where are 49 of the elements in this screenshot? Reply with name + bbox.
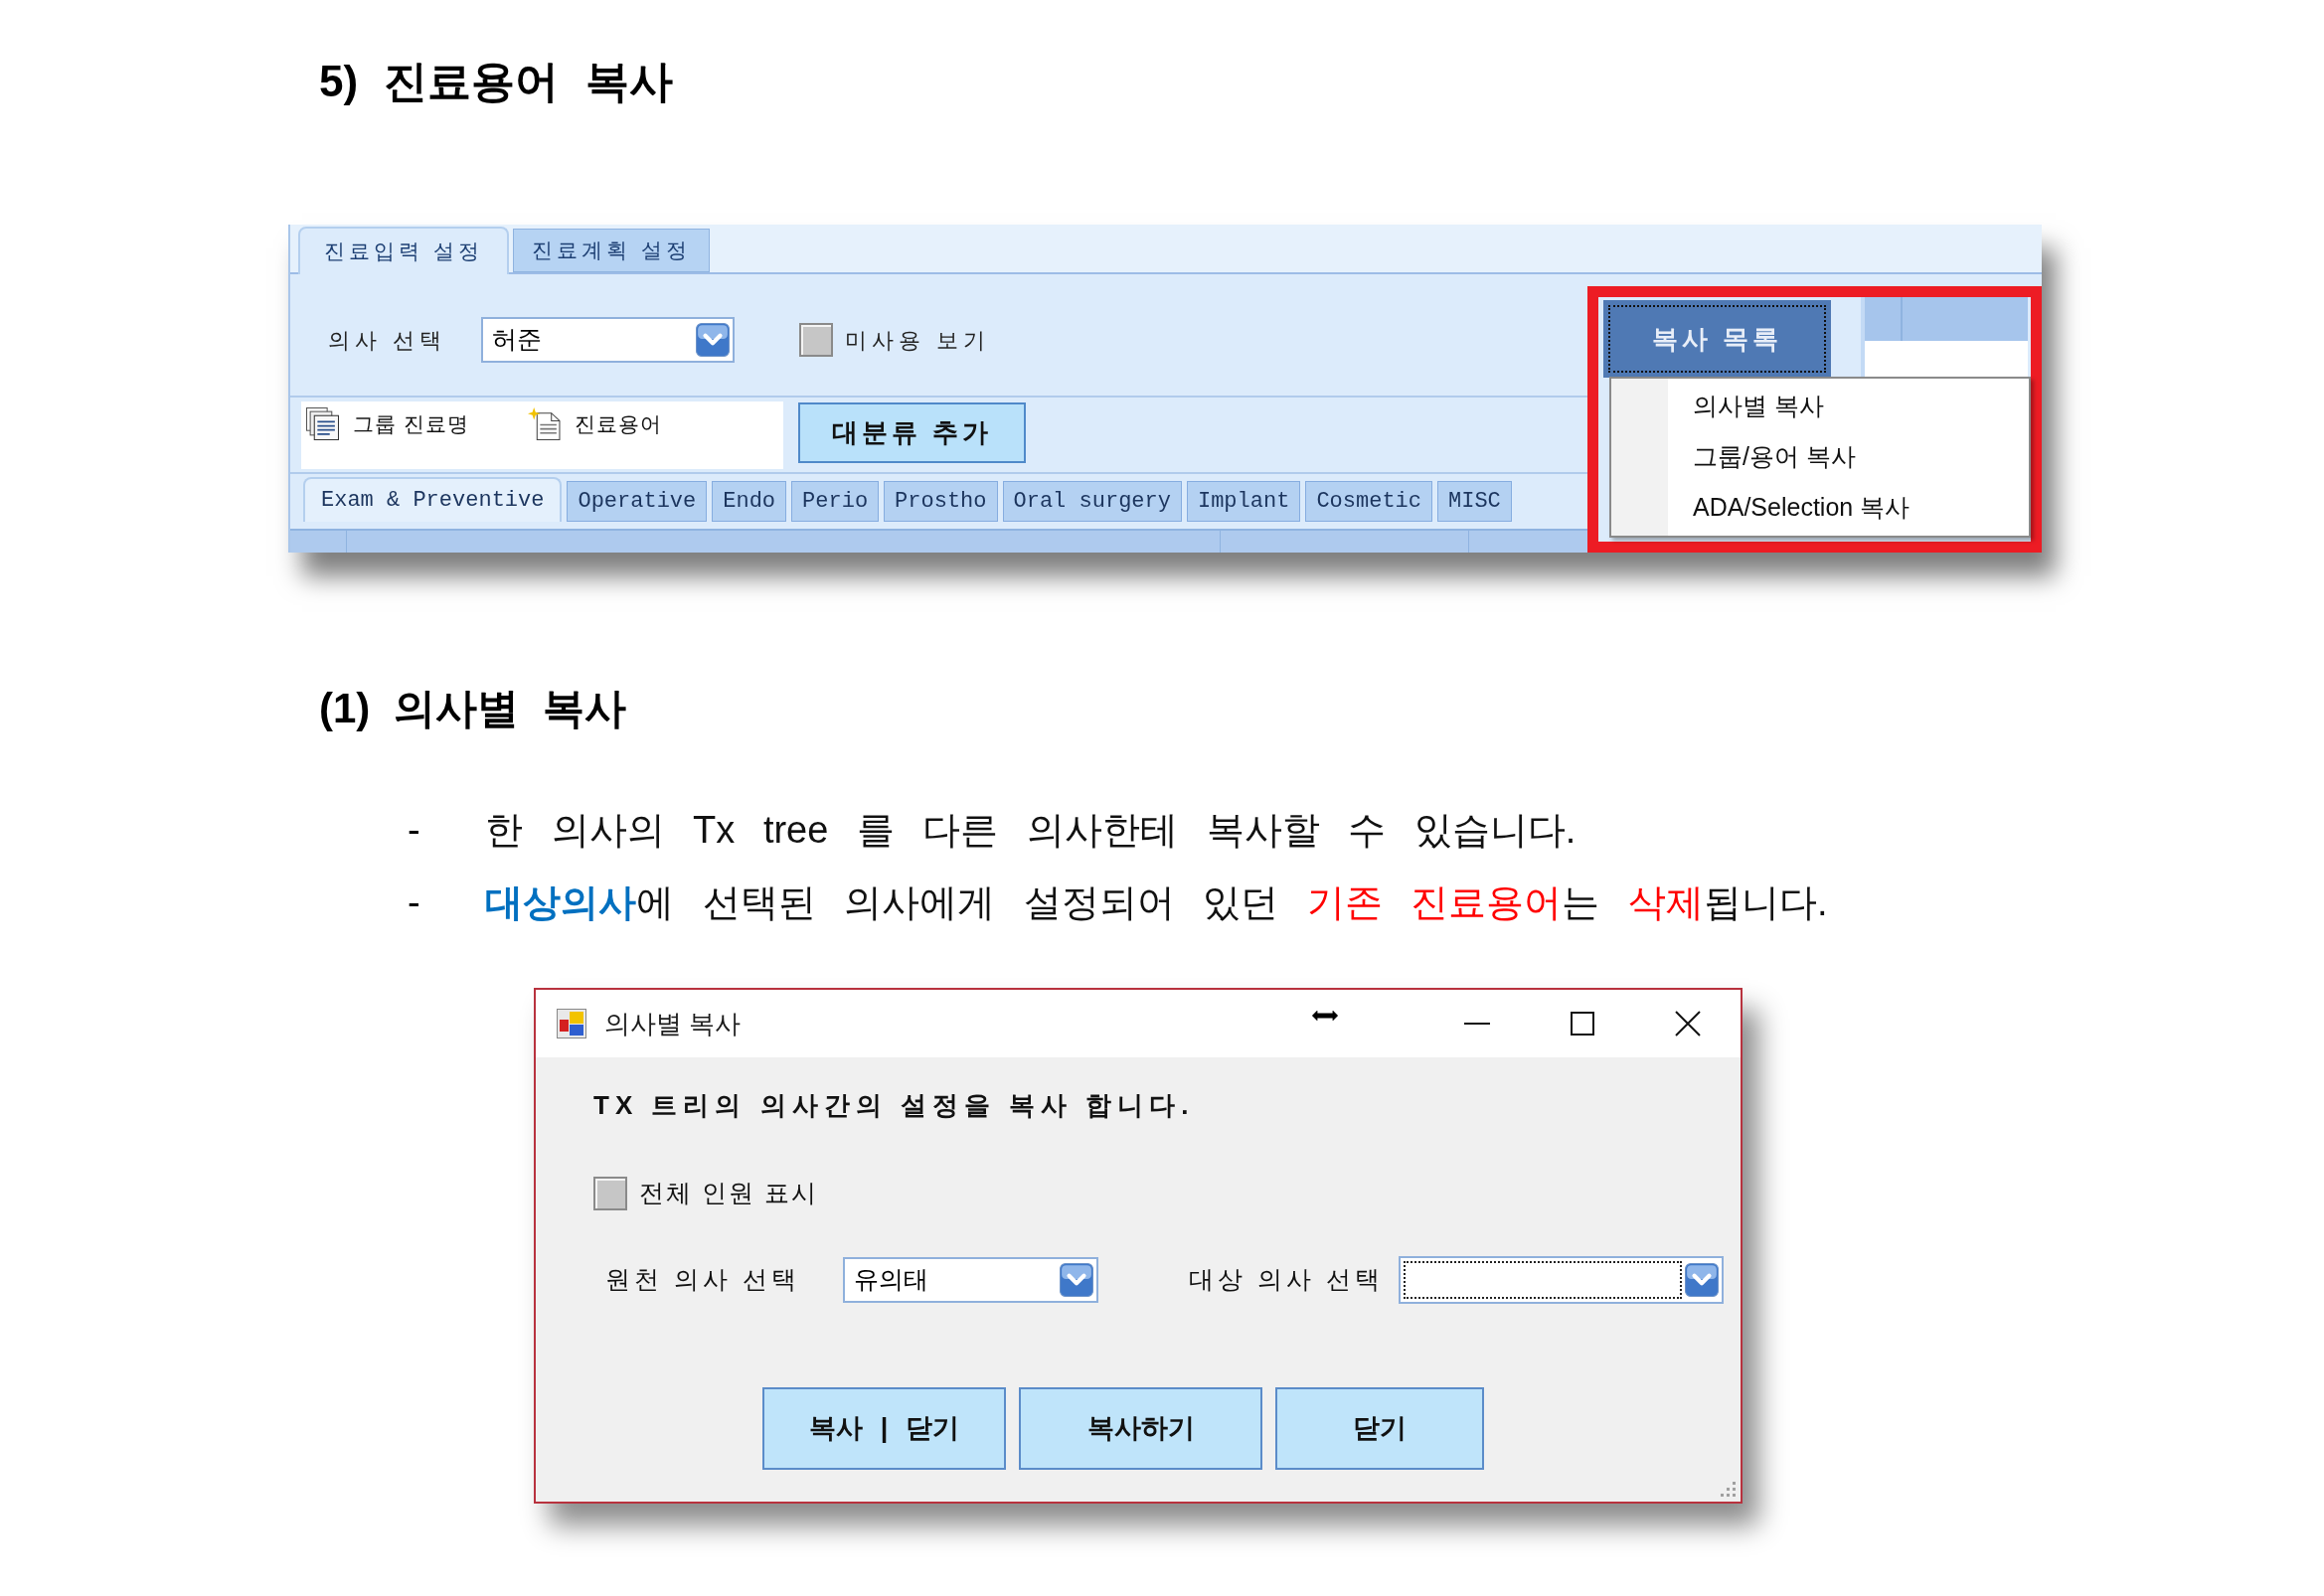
field-label: 원천 의사 선택 <box>605 1264 801 1296</box>
add-category-button[interactable]: 대분류 추가 <box>798 402 1026 463</box>
close-icon <box>1675 1011 1701 1037</box>
tab[interactable]: 진료계획 설정 <box>512 229 710 272</box>
window-title: 의사별 복사 <box>604 1007 742 1040</box>
bullet-text: 한 의사의 Tx tree 를 다른 의사한테 복사할 수 있습니다. <box>485 808 1577 853</box>
section-heading: 5) 진료용어 복사 <box>319 56 673 107</box>
copy-list-button[interactable]: 복사 목록 <box>1603 300 1831 378</box>
checkbox-label: 전체 인원 표시 <box>639 1178 818 1209</box>
dropdown-field[interactable] <box>1399 1256 1724 1304</box>
dialog-button[interactable]: 복사하기 <box>1019 1387 1262 1470</box>
list-dash: - <box>408 880 421 925</box>
tab[interactable]: 진료입력 설정 <box>298 227 509 274</box>
list-dash: - <box>408 808 421 853</box>
menu-item[interactable]: 그룹/용어 복사 <box>1668 431 1920 482</box>
sparkle-document-icon <box>528 407 561 440</box>
dialog-button[interactable]: 닫기 <box>1275 1387 1484 1470</box>
chevron-down-icon[interactable] <box>1060 1263 1093 1297</box>
document-stack-icon <box>306 407 339 440</box>
minimize-icon <box>1464 1023 1490 1025</box>
tab[interactable]: Prostho <box>884 481 998 522</box>
menu-item[interactable]: 의사별 복사 <box>1668 381 1920 431</box>
tab[interactable]: Operative <box>567 481 708 522</box>
checkbox-label: 미사용 보기 <box>845 326 991 355</box>
tab[interactable]: MISC <box>1437 481 1512 522</box>
field-label: 대상 의사 선택 <box>1189 1264 1385 1296</box>
tab[interactable]: Endo <box>712 481 787 522</box>
tab[interactable]: Implant <box>1186 481 1301 522</box>
dialog-message: TX 트리의 의사간의 설정을 복사 합니다. <box>593 1089 1195 1122</box>
toolbar-button[interactable]: 진료용어 <box>528 407 749 440</box>
tab[interactable]: Cosmetic <box>1305 481 1432 522</box>
maximize-icon <box>1571 1012 1594 1036</box>
tab[interactable]: Oral surgery <box>1002 481 1182 522</box>
chevron-down-icon[interactable] <box>1685 1263 1719 1297</box>
checkbox[interactable] <box>593 1177 627 1210</box>
chevron-down-icon[interactable] <box>696 323 730 357</box>
colored-squares-icon <box>557 1009 586 1038</box>
size-grip-icon[interactable] <box>1719 1480 1737 1498</box>
dropdown-field[interactable]: 유의태 <box>843 1257 1098 1303</box>
menu-item[interactable]: ADA/Selection 복사 <box>1668 482 1920 533</box>
tab[interactable]: Exam & Preventive <box>303 477 563 522</box>
bullet-text: 대상의사에 선택된 의사에게 설정되어 있던 기존 진료용어 는 삭제 됩니다. <box>485 880 1828 925</box>
field-label: 의사 선택 <box>328 326 448 355</box>
checkbox[interactable] <box>799 323 833 357</box>
dialog-button[interactable]: 복사 | 닫기 <box>762 1387 1006 1470</box>
tab[interactable]: Perio <box>791 481 880 522</box>
dropdown-field[interactable]: 허준 <box>481 317 735 363</box>
toolbar-button[interactable]: 그룹 진료명 <box>306 407 528 440</box>
subsection-heading: (1) 의사별 복사 <box>319 684 626 733</box>
